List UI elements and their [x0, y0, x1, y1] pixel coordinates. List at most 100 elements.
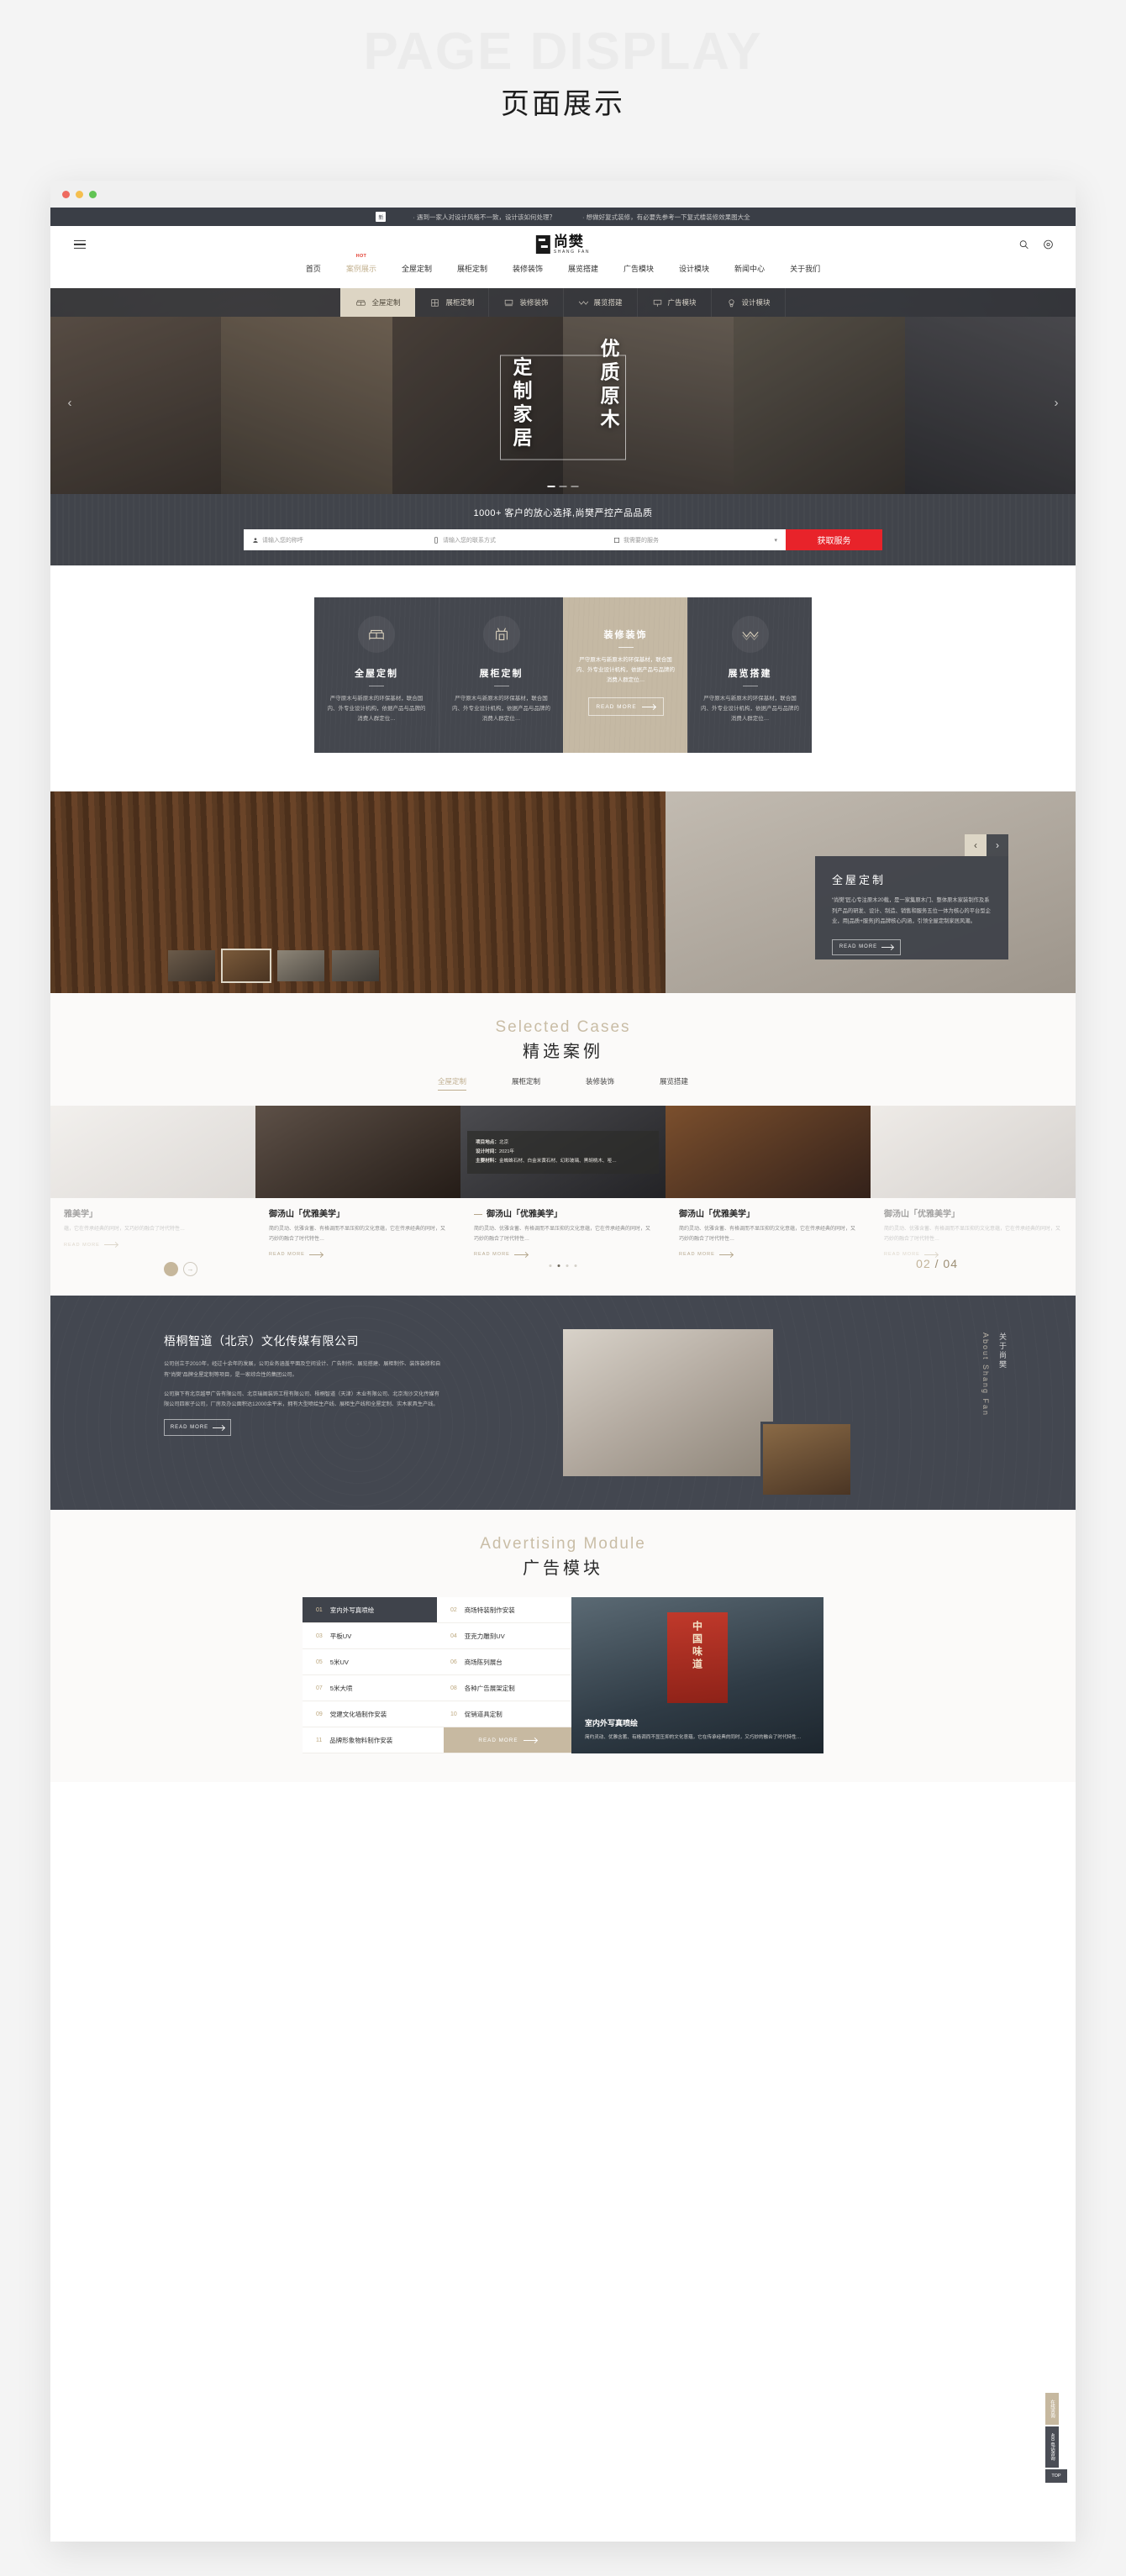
rail-phone-button[interactable]: 400 电话咨询: [1045, 2426, 1059, 2468]
about-section: 梧桐智道（北京）文化传媒有限公司 公司创立于2010年，经过十余年的发展，公司业…: [50, 1296, 1076, 1511]
minimize-icon[interactable]: [76, 190, 83, 198]
ads-row: 09 党建文化墙制作安装 10 促销道具定制: [303, 1701, 571, 1728]
ads-item-03[interactable]: 03 平板UV: [303, 1623, 437, 1650]
phone-placeholder: 请输入您的联系方式: [443, 537, 496, 544]
ads-item-04[interactable]: 04 亚克力雕刻UV: [437, 1623, 571, 1650]
ads-item-05[interactable]: 05 5米UV: [303, 1649, 437, 1676]
nav-item-cabinet[interactable]: 展柜定制: [457, 263, 487, 274]
sofa-icon: [356, 299, 366, 306]
service-icon-wrap: [482, 616, 520, 653]
ads-item-11[interactable]: 11 品牌形象物料制作安装: [303, 1727, 444, 1754]
floating-rail: 在线咨询 400 电话咨询 TOP: [1045, 2393, 1067, 2483]
about-read-more-button[interactable]: READ MORE: [164, 1419, 231, 1437]
ads-item-01[interactable]: 01 室内外写真喷绘: [303, 1597, 437, 1624]
nav-item-design[interactable]: 设计模块: [679, 263, 709, 274]
service-card-cabinet[interactable]: 展柜定制 严守原木与新原木的环保基材，联合国内、外专业设计机构，依据产品与品牌的…: [439, 597, 563, 753]
announcement-link-1[interactable]: · 遇到一家人对设计风格不一致，设计该如何处理？: [413, 213, 555, 222]
ads-item-06[interactable]: 06 商场陈列展台: [437, 1649, 571, 1676]
case-tab-decoration[interactable]: 装修装饰: [586, 1076, 614, 1091]
nav-item-decoration[interactable]: 装修装饰: [513, 263, 543, 274]
ads-item-02[interactable]: 02 商场特装制作安装: [437, 1597, 571, 1624]
arrow-right-icon: [923, 1254, 938, 1255]
ads-read-more-button[interactable]: READ MORE: [444, 1727, 571, 1754]
case-image[interactable]: [255, 1106, 460, 1198]
case-image[interactable]: [871, 1106, 1076, 1198]
announcement-link-2[interactable]: · 想做好复式装修，有必要先参考一下复式楼装修效果图大全: [582, 213, 750, 222]
nav-item-home[interactable]: 首页: [306, 263, 321, 274]
ads-item-08[interactable]: 08 各种广告展架定制: [437, 1675, 571, 1702]
service-card-whole-house[interactable]: 全屋定制 严守原木与新原木的环保基材，联合国内、外专业设计机构，依据产品与品牌的…: [314, 597, 439, 753]
back-to-top-button[interactable]: TOP: [1045, 2469, 1067, 2483]
case-tab-exhibition[interactable]: 展览搭建: [660, 1076, 688, 1091]
service-title: 装修装饰: [603, 630, 648, 640]
case-next-button[interactable]: →: [183, 1262, 197, 1277]
subnav-item-cabinet[interactable]: 展柜定制: [415, 288, 490, 317]
subnav-item-decoration[interactable]: 装修装饰: [489, 288, 564, 317]
case-material: 金蜘蛛石材、白金米黄石材、幻彩玻璃、黑胡桃木、哑…: [498, 1158, 617, 1164]
read-more-label: READ MORE: [596, 703, 637, 710]
nav-item-advertising[interactable]: 广告模块: [624, 263, 654, 274]
case-tab-whole-house[interactable]: 全屋定制: [437, 1076, 466, 1091]
name-field[interactable]: 请输入您的称呼: [244, 529, 424, 550]
about-vert-en: About Shang Fan: [981, 1333, 990, 1417]
hero-prev-arrow[interactable]: ‹: [62, 395, 77, 410]
case-tab-cabinet[interactable]: 展柜定制: [512, 1076, 540, 1091]
submit-button[interactable]: 获取服务: [786, 529, 882, 550]
case-info-active: — 御汤山「优雅美学」 简约灵动、优雅含蓄、有格调而不显压抑的文化意蕴，它在传承经…: [460, 1207, 666, 1257]
subnav-label: 设计模块: [741, 298, 771, 307]
hero-next-arrow[interactable]: ›: [1049, 395, 1064, 410]
nav-item-cases[interactable]: HOT 案例展示: [346, 254, 376, 274]
case-image-active[interactable]: 项目地点：北京 设计时间：2021年 主要材料：金蜘蛛石材、白金米黄石材、幻彩玻…: [460, 1106, 666, 1198]
menu-icon[interactable]: [74, 239, 86, 250]
service-card-decoration[interactable]: 装修装饰 严守原木与新原木的环保基材，联合国内、外专业设计机构，依据产品与品牌的…: [563, 597, 687, 753]
phone-field[interactable]: 请输入您的联系方式: [424, 529, 605, 550]
subnav-item-whole-house[interactable]: 全屋定制: [340, 288, 416, 317]
location-icon[interactable]: [1043, 239, 1054, 250]
case-prev-button[interactable]: [164, 1262, 178, 1277]
ads-item-number: 04: [450, 1632, 457, 1639]
hero-pagination[interactable]: [547, 486, 579, 487]
ads-item-07[interactable]: 07 5米大喷: [303, 1675, 437, 1702]
thumbnail-active[interactable]: [221, 949, 271, 983]
showcase-read-more-button[interactable]: READ MORE: [832, 938, 901, 955]
case-image[interactable]: [50, 1106, 255, 1198]
contact-heading: 1000+ 客户的放心选择,尚樊严控产品品质: [473, 508, 653, 518]
subnav-item-advertising[interactable]: 广告模块: [638, 288, 712, 317]
service-card-exhibition[interactable]: 展览搭建 严守原木与新原木的环保基材，联合国内、外专业设计机构，依据产品与品牌的…: [687, 597, 812, 753]
ads-photo-caption: 室内外写真喷绘 简约灵动、优雅含蓄、有格调而不显压抑的文化意蕴，它在传承经典的同…: [585, 1717, 810, 1742]
maximize-icon[interactable]: [89, 190, 97, 198]
service-placeholder: 我需要的服务: [624, 537, 659, 544]
nav-item-whole-house[interactable]: 全屋定制: [402, 263, 432, 274]
case-read-more[interactable]: READ MORE: [64, 1243, 242, 1248]
ads-item-label: 5米UV: [329, 1658, 349, 1666]
ads-poster: 中国味道: [667, 1612, 728, 1704]
ads-row: 01 室内外写真喷绘 02 商场特装制作安装: [303, 1597, 571, 1624]
logo[interactable]: 尚樊 SHANG FAN: [535, 234, 591, 255]
subnav-item-design[interactable]: 设计模块: [712, 288, 786, 317]
thumbnail[interactable]: [277, 950, 324, 981]
showcase-next-button[interactable]: ›: [987, 834, 1008, 856]
search-icon[interactable]: [1018, 239, 1029, 250]
new-badge: 新: [376, 212, 387, 222]
subnav-label: 广告模块: [667, 298, 697, 307]
service-select[interactable]: 我需要的服务: [605, 529, 786, 550]
ads-item-09[interactable]: 09 党建文化墙制作安装: [303, 1701, 437, 1728]
nav-item-exhibition[interactable]: 展览搭建: [568, 263, 598, 274]
thumbnail[interactable]: [168, 950, 215, 981]
nav-item-news[interactable]: 新闻中心: [734, 263, 765, 274]
service-icon-wrap: [358, 616, 395, 653]
thumbnail[interactable]: [332, 950, 379, 981]
case-pagination[interactable]: [549, 1264, 577, 1268]
case-image[interactable]: [666, 1106, 871, 1198]
subnav-item-exhibition[interactable]: 展览搭建: [564, 288, 638, 317]
arrow-right-icon: [881, 946, 894, 948]
logo-en: SHANG FAN: [553, 250, 591, 255]
rail-consult-button[interactable]: 在线咨询: [1045, 2393, 1059, 2426]
showcase-body: “尚樊”匠心专注原木20载，是一家集原木门、整体原木家装制作及系列产品的研发、设…: [832, 897, 991, 925]
ads-item-10[interactable]: 10 促销道具定制: [437, 1701, 571, 1728]
nav-item-about[interactable]: 关于我们: [790, 263, 820, 274]
service-read-more-button[interactable]: READ MORE: [587, 697, 664, 717]
showcase-section: ‹ › 全屋定制 “尚樊”匠心专注原木20载，是一家集原木门、整体原木家装制作及…: [50, 791, 1076, 993]
showcase-prev-button[interactable]: ‹: [965, 834, 987, 856]
close-icon[interactable]: [62, 190, 70, 198]
